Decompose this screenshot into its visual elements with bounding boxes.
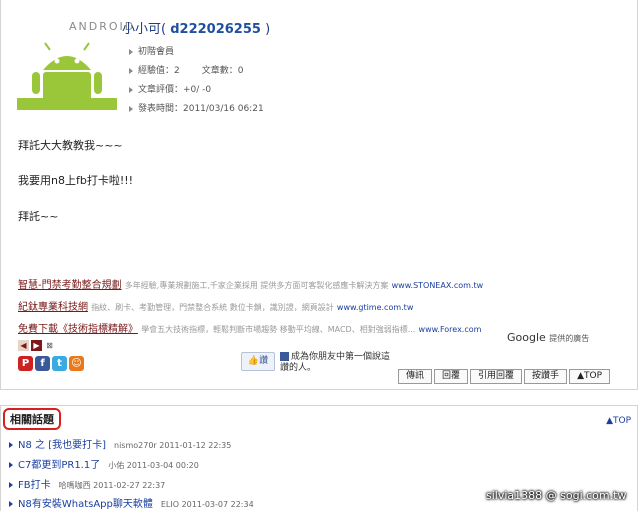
related-item[interactable]: C7都更到PR1.1了 小佑 2011-03-04 00:20: [9, 456, 199, 471]
reply-button[interactable]: 回覆: [434, 369, 469, 384]
watermark: silvia1388 @ sogi.com.tw: [486, 489, 627, 502]
thumbs-up-icon: 👍: [247, 356, 260, 366]
like-label: 讚: [259, 356, 269, 366]
author-posts: 文章數：0: [201, 66, 244, 76]
related-item-title[interactable]: N8 之 [我也要打卡]: [18, 440, 106, 451]
related-item-meta: 小佑 2011-03-04 00:20: [108, 461, 199, 470]
facebook-like-prompt: 成為你朋友中第一個說這讚的人。: [280, 352, 398, 374]
twitter-icon[interactable]: t: [52, 356, 67, 371]
author-nickname[interactable]: 小小可(: [122, 22, 166, 37]
post-line: 拜託~~: [18, 210, 59, 223]
android-avatar: [17, 42, 117, 110]
share-icons: Pf t ☺: [18, 351, 86, 371]
ad-list: 智慧-門禁考勤整合規劃 多年經驗,專業規劃施工,千家企業採用 提供多方面可客製化…: [18, 276, 483, 342]
ad-desc: 學會五大技術指標，輕鬆判斷市場趨勢 移動平均線、MACD、相對強弱指標...: [141, 325, 416, 334]
facebook-like-button[interactable]: 👍讚: [241, 352, 275, 371]
facebook-small-icon: [280, 352, 289, 361]
related-item-meta: nismo270r 2011-01-12 22:35: [114, 441, 232, 450]
ad-desc: 多年經驗,專業規劃施工,千家企業採用 提供多方面可客製化感應卡解決方案: [124, 281, 389, 290]
google-ads-label[interactable]: Google 提供的廣告: [507, 331, 589, 344]
ad-navigation: ◀ ▶ ⊠: [18, 333, 57, 352]
post-line: 我要用n8上fb打卡啦!!!: [18, 174, 134, 187]
post-line: 拜託大大教教我~~~: [18, 139, 123, 152]
related-item-meta: ELIO 2011-03-07 22:34: [160, 500, 254, 509]
quote-reply-button[interactable]: 引用回覆: [470, 369, 523, 384]
ad-item[interactable]: 紀鈦專業科技網 指紋、刷卡、考勤管理，門禁整合系統 數位卡鎖，識別證，網頁設計 …: [18, 298, 483, 320]
author-rank: 初階會員: [129, 43, 264, 62]
author-exp: 經驗值：2: [138, 66, 180, 76]
ad-item[interactable]: 免費下載《技術指標精解》 學會五大技術指標，輕鬆判斷市場趨勢 移動平均線、MAC…: [18, 320, 483, 342]
google-ads-text: 提供的廣告: [549, 334, 590, 343]
related-item-title[interactable]: C7都更到PR1.1了: [18, 460, 100, 471]
ad-title[interactable]: 智慧-門禁考勤整合規劃: [18, 280, 122, 291]
post-panel: ANDROID 小小可( d222026255 ) 初階會員 經驗值：2 文章數：…: [0, 0, 638, 390]
related-topics-title: 相關話題: [3, 408, 61, 430]
related-item-meta: 哈嗎咖西 2011-02-27 22:37: [58, 481, 166, 490]
related-item[interactable]: N8有安裝WhatsApp聊天軟體 ELIO 2011-03-07 22:34: [9, 495, 254, 510]
ad-url[interactable]: www.STONEAX.com.tw: [392, 281, 484, 290]
ad-desc: 指紋、刷卡、考勤管理，門禁整合系統 數位卡鎖，識別證，網頁設計: [91, 303, 334, 312]
ad-url[interactable]: www.Forex.com: [419, 325, 482, 334]
author-close-paren: ): [265, 22, 271, 37]
like-button[interactable]: 按讚手: [524, 369, 568, 384]
ad-next-icon[interactable]: ▶: [31, 340, 42, 351]
ad-url[interactable]: www.gtime.com.tw: [337, 303, 413, 312]
top-button[interactable]: ▲TOP: [569, 369, 610, 384]
related-item[interactable]: N8 之 [我也要打卡] nismo270r 2011-01-12 22:35: [9, 436, 231, 451]
related-item-title[interactable]: FB打卡: [18, 480, 51, 491]
share-icon[interactable]: ☺: [69, 356, 84, 371]
related-item-title[interactable]: N8有安裝WhatsApp聊天軟體: [18, 499, 153, 510]
message-button[interactable]: 傳訊: [398, 369, 433, 384]
author-meta: 初階會員 經驗值：2 文章數：0 文章評價：+0/ -0 發表時間：2011/03…: [129, 43, 264, 119]
related-top-link[interactable]: ▲TOP: [606, 416, 631, 426]
author-name[interactable]: 小小可( d222026255 ): [122, 18, 270, 37]
ad-info-icon[interactable]: ⊠: [44, 340, 55, 351]
related-item[interactable]: FB打卡 哈嗎咖西 2011-02-27 22:37: [9, 476, 165, 491]
author-uid[interactable]: d222026255: [170, 22, 261, 37]
plurk-icon[interactable]: P: [18, 356, 33, 371]
ad-item[interactable]: 智慧-門禁考勤整合規劃 多年經驗,專業規劃施工,千家企業採用 提供多方面可客製化…: [18, 276, 483, 298]
like-prompt-text: 成為你朋友中第一個說這讚的人。: [280, 352, 391, 373]
post-time: 發表時間：2011/03/16 06:21: [129, 100, 264, 119]
author-stats: 經驗值：2 文章數：0: [129, 62, 264, 81]
facebook-icon[interactable]: f: [35, 356, 50, 371]
author-rating: 文章評價：+0/ -0: [129, 81, 264, 100]
ad-title[interactable]: 紀鈦專業科技網: [18, 302, 88, 313]
post-action-bar: 傳訊 回覆 引用回覆 按讚手 ▲TOP: [398, 363, 612, 384]
google-brand: Google: [507, 331, 546, 344]
ad-prev-icon[interactable]: ◀: [18, 340, 29, 351]
